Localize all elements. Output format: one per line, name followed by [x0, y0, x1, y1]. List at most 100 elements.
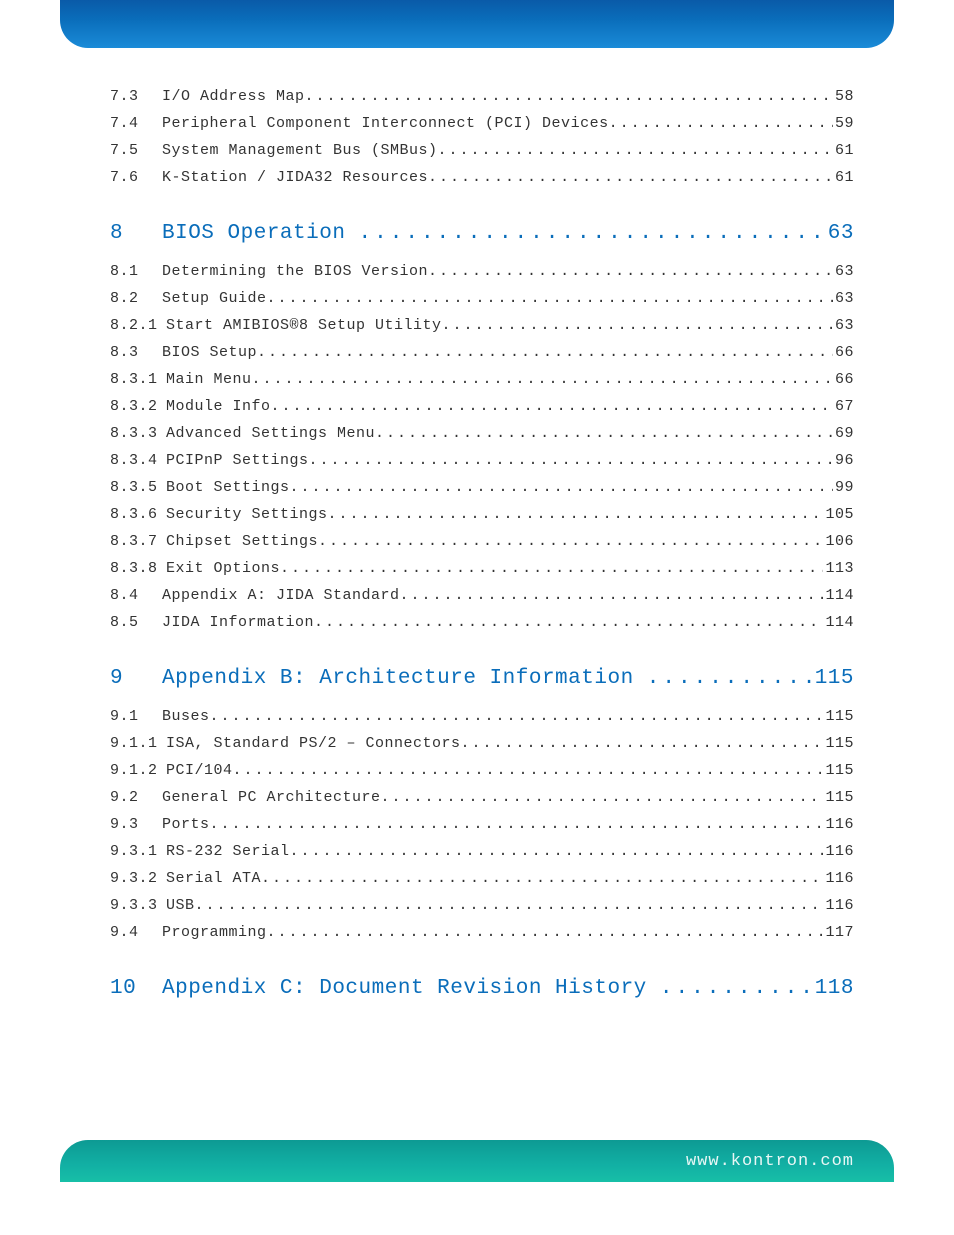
toc-entry-number: 9.4 — [110, 924, 162, 941]
toc-entry-number: 8.5 — [110, 614, 162, 631]
toc-entry-number: 9.3 — [110, 816, 162, 833]
toc-entry-page: 117 — [823, 924, 854, 941]
toc-entry-title: PCIPnP Settings — [166, 452, 309, 469]
toc-entry-page: 115 — [823, 762, 854, 779]
toc-leader-dots — [290, 479, 833, 496]
toc-entry: 8.3.7Chipset Settings106 — [110, 533, 854, 550]
toc-entry-page: 96 — [833, 452, 854, 469]
toc-leader-dots — [252, 371, 833, 388]
toc-entry-number: 8.3.5 — [110, 479, 166, 496]
toc-entry-title: ISA, Standard PS/2 – Connectors — [166, 735, 461, 752]
toc-entry: 8.3.8Exit Options113 — [110, 560, 854, 577]
toc-entry-page: 105 — [823, 506, 854, 523]
toc-entry-title: Programming — [162, 924, 267, 941]
toc-entry-number: 8.3.3 — [110, 425, 166, 442]
toc-entry-number: 8.3 — [110, 344, 162, 361]
toc-leader-dots — [271, 398, 833, 415]
toc-entry-number: 8.3.2 — [110, 398, 166, 415]
toc-entry-page: 67 — [833, 398, 854, 415]
toc-leader-dots — [442, 317, 833, 334]
toc-entry-number: 9.1 — [110, 708, 162, 725]
toc-leader-dots — [195, 897, 824, 914]
toc-entry-page: 115 — [823, 708, 854, 725]
toc-entry-title: Main Menu — [166, 371, 252, 388]
toc-entry-title: Boot Settings — [166, 479, 290, 496]
toc-entry: 9.2General PC Architecture115 — [110, 789, 854, 806]
toc-entry-number: 9.3.3 — [110, 897, 166, 914]
toc-entry-title: Ports — [162, 816, 210, 833]
toc-leader-dots — [438, 142, 833, 159]
toc-entry-title: Security Settings — [166, 506, 328, 523]
toc-entry-page: 116 — [823, 870, 854, 887]
toc-leader-dots — [461, 735, 824, 752]
toc-content: 7.3I/O Address Map587.4Peripheral Compon… — [110, 88, 854, 1000]
toc-entry-page: 99 — [833, 479, 854, 496]
toc-entry: 9.3.3USB116 — [110, 897, 854, 914]
toc-leader-dots — [428, 169, 833, 186]
toc-entry-title: Appendix A: JIDA Standard — [162, 587, 400, 604]
toc-entry: 8.3.2Module Info 67 — [110, 398, 854, 415]
toc-entry: 9.1Buses115 — [110, 708, 854, 725]
toc-entry: 8.5JIDA Information114 — [110, 614, 854, 631]
toc-entry-title: USB — [166, 897, 195, 914]
toc-entry: 9.3Ports116 — [110, 816, 854, 833]
toc-leader-dots — [609, 115, 833, 132]
toc-leader-dots — [400, 587, 824, 604]
toc-entry: 9.3.2Serial ATA 116 — [110, 870, 854, 887]
toc-entry-page: 63 — [833, 263, 854, 280]
toc-entry-page: 66 — [833, 371, 854, 388]
toc-entry-page: 63 — [824, 222, 854, 245]
toc-leader-dots — [210, 708, 824, 725]
toc-entry-number: 8.4 — [110, 587, 162, 604]
toc-entry-number: 9.2 — [110, 789, 162, 806]
toc-leader-dots — [267, 924, 824, 941]
toc-entry-title: Serial ATA — [166, 870, 261, 887]
toc-entry-page: 63 — [833, 290, 854, 307]
toc-entry-page: 115 — [823, 735, 854, 752]
toc-entry: 8.3.4PCIPnP Settings 96 — [110, 452, 854, 469]
toc-entry-number: 8.1 — [110, 263, 162, 280]
toc-entry-number: 8 — [110, 222, 162, 245]
toc-entry-title: PCI/104 — [166, 762, 233, 779]
toc-entry: 9.4Programming 117 — [110, 924, 854, 941]
toc-entry: 7.5System Management Bus (SMBus)61 — [110, 142, 854, 159]
toc-entry-number: 9 — [110, 667, 162, 690]
toc-entry-title: Peripheral Component Interconnect (PCI) … — [162, 115, 609, 132]
toc-entry-number: 9.3.2 — [110, 870, 166, 887]
toc-entry-page: 115 — [823, 789, 854, 806]
toc-leader-dots — [381, 789, 824, 806]
toc-entry: 9.1.1ISA, Standard PS/2 – Connectors 115 — [110, 735, 854, 752]
toc-leader-dots — [314, 614, 823, 631]
toc-leader-dots — [660, 977, 811, 1000]
toc-leader-dots — [210, 816, 824, 833]
toc-chapter: 10Appendix C: Document Revision History … — [110, 977, 854, 1000]
toc-leader-dots — [257, 344, 833, 361]
toc-leader-dots — [359, 222, 824, 245]
toc-entry-page: 61 — [833, 142, 854, 159]
toc-entry-title: Module Info — [166, 398, 271, 415]
toc-entry-number: 8.3.4 — [110, 452, 166, 469]
toc-entry-number: 9.1.1 — [110, 735, 166, 752]
toc-leader-dots — [318, 533, 823, 550]
toc-entry-number: 8.2.1 — [110, 317, 166, 334]
toc-entry-number: 8.2 — [110, 290, 162, 307]
toc-entry-title: Setup Guide — [162, 290, 267, 307]
bottom-banner: www.kontron.com — [60, 1140, 894, 1182]
footer-url: www.kontron.com — [686, 1152, 854, 1171]
toc-leader-dots — [280, 560, 823, 577]
toc-entry-page: 115 — [811, 667, 854, 690]
toc-entry-number: 8.3.6 — [110, 506, 166, 523]
toc-leader-dots — [233, 762, 824, 779]
toc-leader-dots — [261, 870, 823, 887]
toc-entry-page: 118 — [811, 977, 854, 1000]
toc-entry: 8.2.1Start AMIBIOS®8 Setup Utility63 — [110, 317, 854, 334]
toc-chapter: 8BIOS Operation 63 — [110, 222, 854, 245]
toc-entry: 8.1Determining the BIOS Version63 — [110, 263, 854, 280]
toc-entry-page: 63 — [833, 317, 854, 334]
toc-entry-number: 7.5 — [110, 142, 162, 159]
toc-leader-dots — [328, 506, 824, 523]
toc-entry-number: 9.1.2 — [110, 762, 166, 779]
toc-entry-number: 10 — [110, 977, 162, 1000]
toc-entry: 8.3BIOS Setup66 — [110, 344, 854, 361]
toc-entry-title: Appendix C: Document Revision History — [162, 977, 660, 1000]
